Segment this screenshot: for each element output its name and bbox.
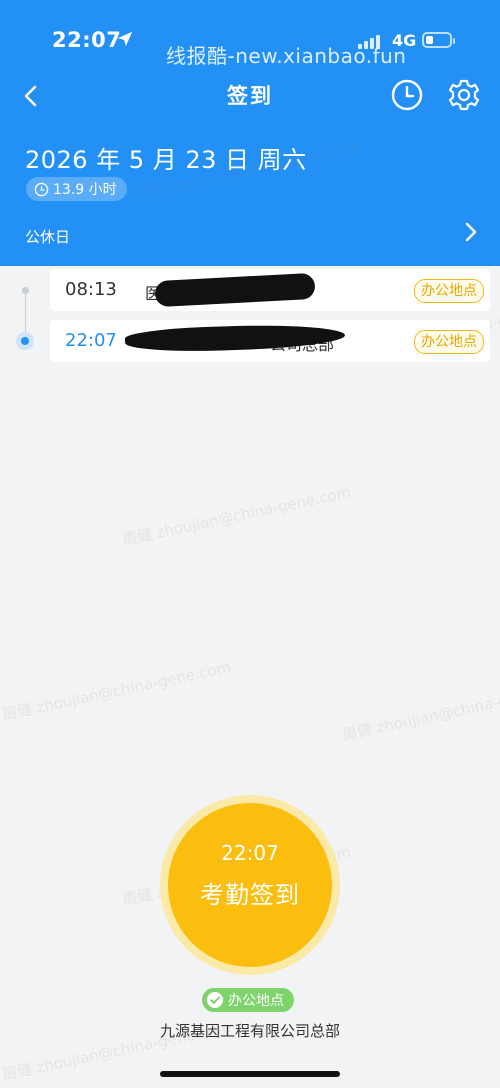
clock-icon xyxy=(34,182,49,196)
redaction-mark xyxy=(154,272,316,308)
location-arrow-icon xyxy=(117,31,133,47)
location-tag: 办公地点 xyxy=(414,330,484,354)
gear-icon[interactable] xyxy=(447,78,481,112)
punch-button[interactable]: 22:07 考勤签到 xyxy=(168,803,332,967)
location-status-text: 办公地点 xyxy=(228,993,284,1009)
status-bar: 22:07 线报酷-new.xianbao.fun 4G xyxy=(0,0,500,70)
timeline-dot xyxy=(22,287,29,294)
signal-icon xyxy=(358,33,384,49)
company-name: 九源基因工程有限公司总部 xyxy=(159,1022,340,1040)
status-time: 22:07 xyxy=(52,28,122,52)
record-time: 22:07 xyxy=(65,330,117,351)
battery-icon xyxy=(422,32,455,48)
user-watermark: 周健 zhoujian@china-gene.com xyxy=(340,677,500,745)
location-tag: 办公地点 xyxy=(414,279,484,303)
check-circle-icon xyxy=(207,992,223,1008)
header: 22:07 线报酷-new.xianbao.fun 4G 签到 2026 年 5… xyxy=(0,0,500,266)
work-hours-value: 13.9 小时 xyxy=(53,182,117,198)
record-time: 08:13 xyxy=(65,279,117,300)
page-title: 签到 xyxy=(227,84,273,108)
punch-label: 考勤签到 xyxy=(200,881,300,909)
user-watermark: 周健 zhoujian@china-gene.com xyxy=(120,482,353,550)
chevron-right-icon[interactable] xyxy=(460,220,482,244)
clock-history-icon[interactable] xyxy=(390,78,424,112)
nav-bar: 签到 xyxy=(0,70,500,122)
work-hours-badge: 13.9 小时 xyxy=(26,177,127,201)
punch-time: 22:07 xyxy=(221,841,279,865)
network-type: 4G xyxy=(392,31,417,50)
timeline-dot-active xyxy=(16,332,34,350)
day-type-label: 公休日 xyxy=(25,228,71,246)
punch-record[interactable]: 08:13 医 办公地点 xyxy=(50,269,490,311)
user-watermark: 周健 zhoujian@china-gene.com xyxy=(0,657,233,725)
home-indicator xyxy=(160,1071,340,1077)
checkin-page: 22:07 线报酷-new.xianbao.fun 4G 签到 2026 年 5… xyxy=(0,0,500,1088)
punch-record[interactable]: 22:07 公司总部 办公地点 xyxy=(50,320,490,362)
location-status-badge: 办公地点 xyxy=(202,988,294,1012)
